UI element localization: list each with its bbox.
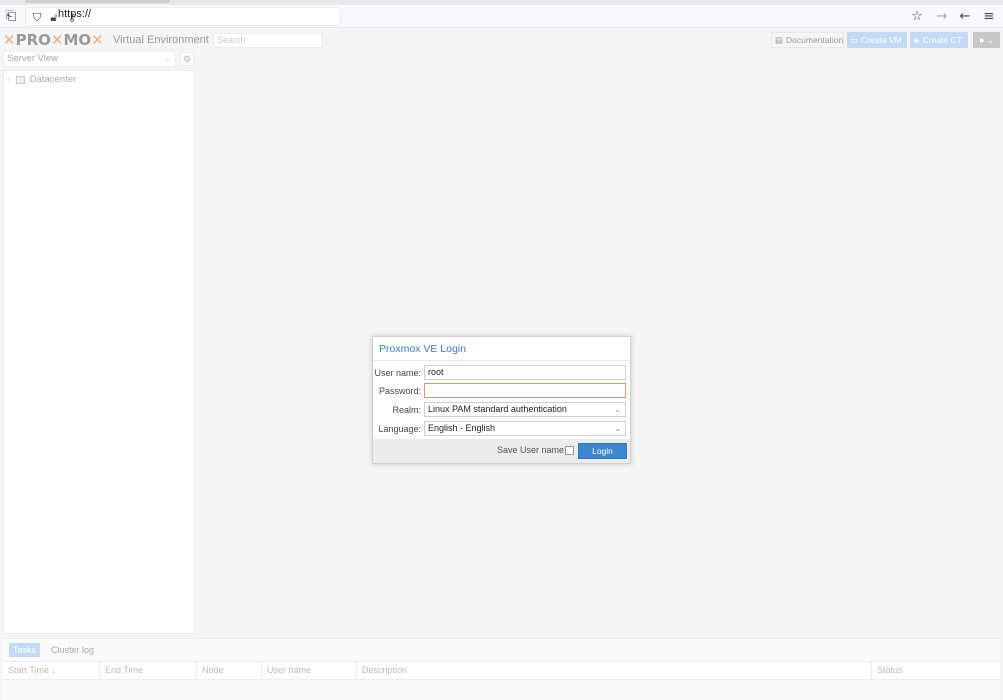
password-field[interactable] [424, 383, 626, 398]
password-label: Password: [378, 386, 421, 396]
logo-subtitle: Virtual Environment [113, 34, 209, 46]
column-start-time[interactable]: Start Time ↓ [3, 662, 100, 679]
language-row: Language: English - English ⌄ [373, 421, 630, 437]
chevron-down-icon: ⌄ [614, 405, 621, 414]
cube-icon: ◈ [913, 34, 920, 45]
create-ct-button[interactable]: ◈ Create CT [910, 32, 968, 48]
resource-tree: + Datacenter [3, 70, 195, 634]
tracking-shield-icon[interactable]: ⛉ [28, 6, 46, 29]
browser-active-tab[interactable] [25, 0, 170, 3]
password-row: Password: [373, 383, 630, 399]
column-user-name[interactable]: User name [262, 662, 357, 679]
logo-x-icon: ✕ [3, 31, 16, 49]
username-label: User name: [374, 368, 421, 378]
chevron-down-icon: ⌄ [614, 424, 621, 433]
browser-toolbar: ⎗ ⛉ 🔓︎ ⚷ https:// ☆ → ← ≡ [0, 5, 1003, 28]
task-table-header: Start Time ↓ End Time Node User name Des… [3, 661, 1000, 680]
gear-icon[interactable]: ⚙ [180, 52, 194, 66]
login-dialog: Proxmox VE Login User name: root Passwor… [372, 336, 631, 464]
task-log-panel: Tasks Cluster log Start Time ↓ End Time … [3, 638, 1000, 700]
hamburger-menu-icon[interactable]: ≡ [980, 5, 998, 28]
login-title: Proxmox VE Login [373, 337, 630, 361]
username-row: User name: root [373, 365, 630, 381]
chevron-down-icon: ⌄ [164, 54, 171, 63]
user-menu-button[interactable]: ● ⌄ [973, 32, 1000, 48]
monitor-icon: ▭ [850, 34, 859, 45]
language-select[interactable]: English - English ⌄ [424, 421, 626, 436]
forward-arrow-icon[interactable]: → [933, 5, 951, 28]
column-end-time[interactable]: End Time [100, 662, 197, 679]
tab-tasks[interactable]: Tasks [9, 643, 41, 657]
login-footer: Save User name: Login [373, 439, 630, 463]
datacenter-icon [15, 75, 25, 84]
proxmox-logo[interactable]: ✕ PRO ✕ MO ✕ [3, 30, 104, 50]
username-field[interactable]: root [424, 365, 626, 380]
user-icon: ● [979, 35, 985, 45]
sidebar-toggle-icon[interactable]: ⎗ [2, 5, 20, 28]
column-description[interactable]: Description [357, 662, 872, 679]
documentation-button[interactable]: ▤ Documentation [771, 32, 844, 48]
column-status[interactable]: Status [872, 662, 1000, 679]
expand-icon[interactable]: + [6, 75, 11, 84]
app-header: ✕ PRO ✕ MO ✕ Virtual Environment Search … [0, 28, 1003, 52]
realm-label: Realm: [392, 405, 421, 415]
bookmark-star-icon[interactable]: ☆ [908, 5, 926, 28]
back-arrow-icon[interactable]: ← [956, 5, 974, 28]
tab-cluster-log[interactable]: Cluster log [47, 643, 98, 657]
language-label: Language: [378, 424, 421, 434]
url-text[interactable]: https:// [58, 8, 91, 20]
realm-select[interactable]: Linux PAM standard authentication ⌄ [424, 402, 626, 417]
save-username-checkbox[interactable] [565, 446, 574, 455]
save-username-label: Save User name: [497, 445, 567, 455]
login-button[interactable]: Login [578, 443, 627, 459]
create-vm-button[interactable]: ▭ Create VM [847, 32, 907, 48]
realm-row: Realm: Linux PAM standard authentication… [373, 402, 630, 418]
column-node[interactable]: Node [197, 662, 262, 679]
book-icon: ▤ [775, 34, 784, 45]
chevron-down-icon: ⌄ [986, 34, 994, 45]
search-input[interactable]: Search [213, 33, 322, 48]
tree-item-datacenter[interactable]: + Datacenter [6, 74, 76, 85]
view-select[interactable]: Server View ⌄ [3, 51, 176, 67]
sort-down-icon: ↓ [51, 665, 57, 675]
